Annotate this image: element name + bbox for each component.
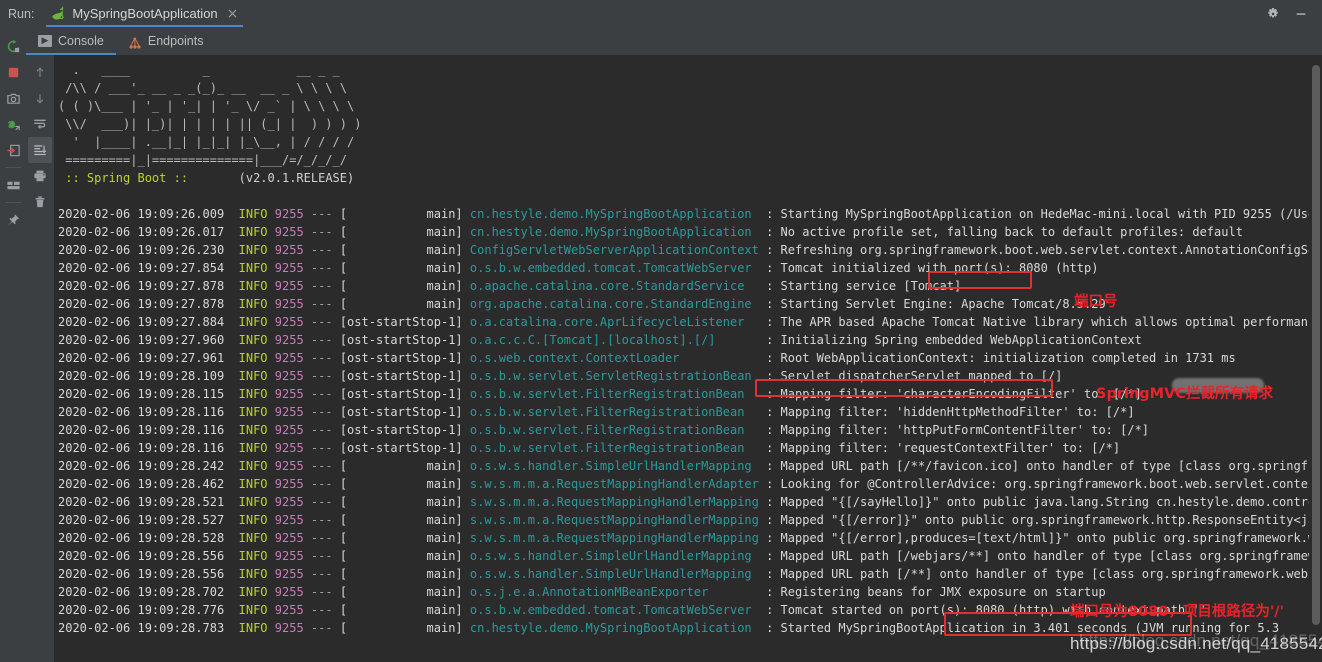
soft-wrap-icon[interactable] (28, 111, 52, 137)
scroll-to-end-icon[interactable] (28, 137, 52, 163)
log-line: 2020-02-06 19:09:27.878 INFO 9255 --- [ … (58, 279, 962, 293)
banner-line: \\/ ___)| |_)| | | | | || (_| | ) ) ) ) (58, 117, 362, 131)
title-bar: Run: MySpringBootApplication × (0, 0, 1322, 27)
log-line: 2020-02-06 19:09:27.878 INFO 9255 --- [ … (58, 297, 1106, 311)
endpoints-icon (128, 35, 142, 49)
annotation-springmvc-note: SpringMVC拦截所有请求 (1096, 386, 1273, 402)
log-line: 2020-02-06 19:09:28.527 INFO 9255 --- [ … (58, 513, 1322, 527)
banner-title-line: :: Spring Boot :: (v2.0.1.RELEASE) (58, 171, 355, 185)
toolbar-divider (5, 167, 21, 168)
toolbar-divider-2 (5, 202, 21, 203)
trash-icon[interactable] (28, 189, 52, 215)
banner-line: ' |____| .__|_| |_|_| |_\__, | / / / / (58, 135, 355, 149)
window-controls (1266, 7, 1322, 21)
bug-attach-icon[interactable] (0, 111, 26, 137)
log-line: 2020-02-06 19:09:28.242 INFO 9255 --- [ … (58, 459, 1322, 473)
run-actions-toolbar (0, 27, 26, 662)
log-line: 2020-02-06 19:09:27.960 INFO 9255 --- [o… (58, 333, 1142, 347)
log-line: 2020-02-06 19:09:28.116 INFO 9255 --- [o… (58, 423, 1150, 437)
layout-icon[interactable] (0, 172, 26, 198)
console-icon: ▶ (38, 35, 52, 47)
console-output-panel[interactable]: . ____ _ __ _ _ /\\ / ___'_ __ _ _(_)_ _… (54, 55, 1322, 662)
arrow-down-icon[interactable] (28, 85, 52, 111)
tab-endpoints[interactable]: Endpoints (116, 27, 216, 55)
run-tool-window: Run: MySpringBootApplication × ▶ Console… (0, 0, 1322, 662)
log-line: 2020-02-06 19:09:28.116 INFO 9255 --- [o… (58, 441, 1121, 455)
log-line: 2020-02-06 19:09:26.017 INFO 9255 --- [ … (58, 225, 1243, 239)
gear-icon[interactable] (1266, 7, 1280, 21)
run-label: Run: (8, 6, 35, 21)
scrollbar-thumb[interactable] (1312, 65, 1320, 625)
banner-line: =========|_|==============|___/=/_/_/_/ (58, 153, 347, 167)
run-configuration-tab[interactable]: MySpringBootApplication × (42, 0, 247, 27)
log-line: 2020-02-06 19:09:28.116 INFO 9255 --- [o… (58, 405, 1135, 419)
log-line: 2020-02-06 19:09:28.462 INFO 9255 --- [ … (58, 477, 1322, 491)
annotation-port-note: 端口号 (1074, 294, 1118, 310)
log-line: 2020-02-06 19:09:28.556 INFO 9255 --- [ … (58, 549, 1322, 563)
tab-console-label: Console (58, 34, 104, 48)
console-text: . ____ _ __ _ _ /\\ / ___'_ __ _ _(_)_ _… (54, 55, 1322, 662)
log-line: 2020-02-06 19:09:28.528 INFO 9255 --- [ … (58, 531, 1322, 545)
rerun-button[interactable] (0, 33, 26, 59)
tab-console[interactable]: ▶ Console (26, 27, 116, 55)
banner-line: ( ( )\___ | '_ | '_| | '_ \/ _` | \ \ \ … (58, 99, 355, 113)
console-tab-strip: ▶ Console Endpoints (26, 27, 1322, 55)
login-arrow-icon[interactable] (0, 137, 26, 163)
camera-icon[interactable] (0, 85, 26, 111)
printer-icon[interactable] (28, 163, 52, 189)
log-line: 2020-02-06 19:09:28.521 INFO 9255 --- [ … (58, 495, 1322, 509)
banner-line: . ____ _ __ _ _ (58, 63, 340, 77)
watermark: https://blog.csdn.net/qq_41855420 (1070, 634, 1322, 653)
annotation-context-note: 端口号为8080，项目根路径为'/' (1070, 604, 1285, 620)
log-line: 2020-02-06 19:09:28.556 INFO 9255 --- [ … (58, 567, 1322, 581)
pin-icon[interactable] (0, 207, 26, 233)
stop-button[interactable] (0, 59, 26, 85)
log-line: 2020-02-06 19:09:27.961 INFO 9255 --- [o… (58, 351, 1236, 365)
spring-leaf-icon (50, 5, 66, 22)
log-line: 2020-02-06 19:09:27.884 INFO 9255 --- [o… (58, 315, 1322, 329)
close-icon[interactable]: × (224, 7, 242, 21)
arrow-up-icon[interactable] (28, 59, 52, 85)
console-actions-toolbar (26, 55, 54, 662)
run-configuration-name: MySpringBootApplication (72, 6, 218, 21)
minimize-icon[interactable] (1294, 7, 1308, 21)
log-line: 2020-02-06 19:09:27.854 INFO 9255 --- [ … (58, 261, 1099, 275)
tab-endpoints-label: Endpoints (147, 34, 204, 48)
log-line: 2020-02-06 19:09:26.009 INFO 9255 --- [ … (58, 207, 1322, 221)
log-line: 2020-02-06 19:09:26.230 INFO 9255 --- [ … (58, 243, 1322, 257)
console-vertical-scrollbar[interactable] (1309, 55, 1322, 662)
log-line: 2020-02-06 19:09:28.702 INFO 9255 --- [ … (58, 585, 1106, 599)
banner-line: /\\ / ___'_ __ _ _(_)_ __ __ _ \ \ \ \ (58, 81, 347, 95)
